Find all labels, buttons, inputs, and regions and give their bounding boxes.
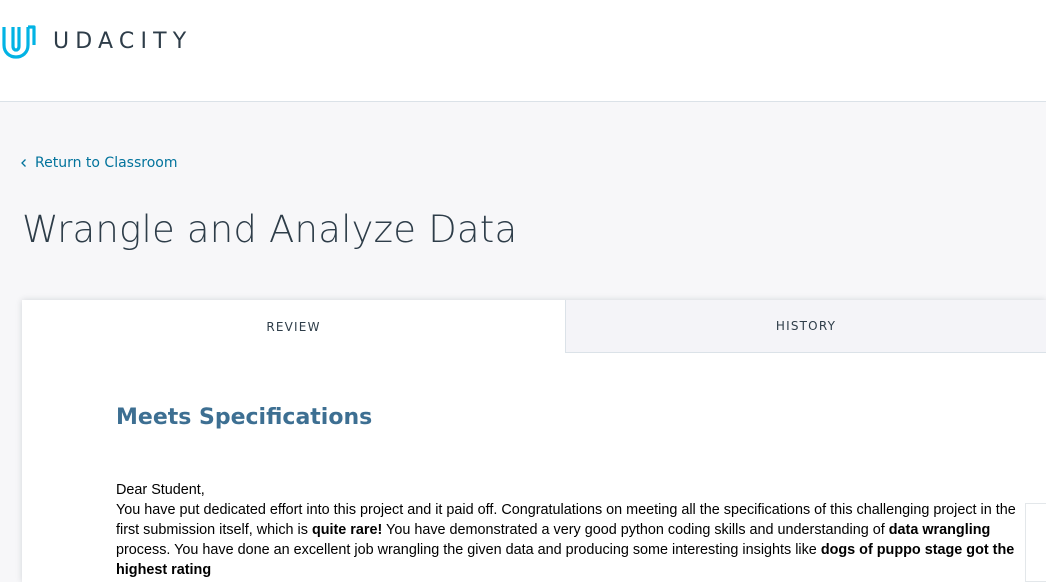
review-emphasis: data wrangling — [888, 522, 991, 538]
chevron-left-icon — [21, 159, 26, 167]
page-title: Wrangle and Analyze Data — [22, 208, 518, 251]
review-greeting: Dear Student, — [116, 482, 205, 498]
reviewer-comment: Dear Student, You have put dedicated eff… — [116, 480, 1026, 580]
tab-history[interactable]: HISTORY — [565, 300, 1046, 353]
site-header: UDACITY — [0, 0, 1046, 102]
review-card: REVIEW HISTORY Meets Specifications Dear… — [22, 300, 1046, 582]
review-text: process. You have done an excellent job … — [116, 542, 821, 558]
review-tabs: REVIEW HISTORY — [22, 300, 1046, 353]
tab-review[interactable]: REVIEW — [22, 300, 565, 353]
udacity-logo[interactable]: UDACITY — [0, 24, 192, 60]
return-to-classroom-link[interactable]: Return to Classroom — [20, 155, 177, 171]
return-to-classroom-label: Return to Classroom — [35, 155, 178, 171]
review-status-heading: Meets Specifications — [116, 405, 373, 430]
review-paragraph: You have put dedicated effort into this … — [116, 500, 1026, 580]
udacity-logo-icon — [2, 25, 36, 59]
side-panel-tab[interactable] — [1025, 503, 1046, 582]
review-text: You have demonstrated a very good python… — [382, 522, 889, 538]
review-emphasis: quite rare! — [311, 522, 383, 538]
brand-name: UDACITY — [53, 29, 193, 54]
